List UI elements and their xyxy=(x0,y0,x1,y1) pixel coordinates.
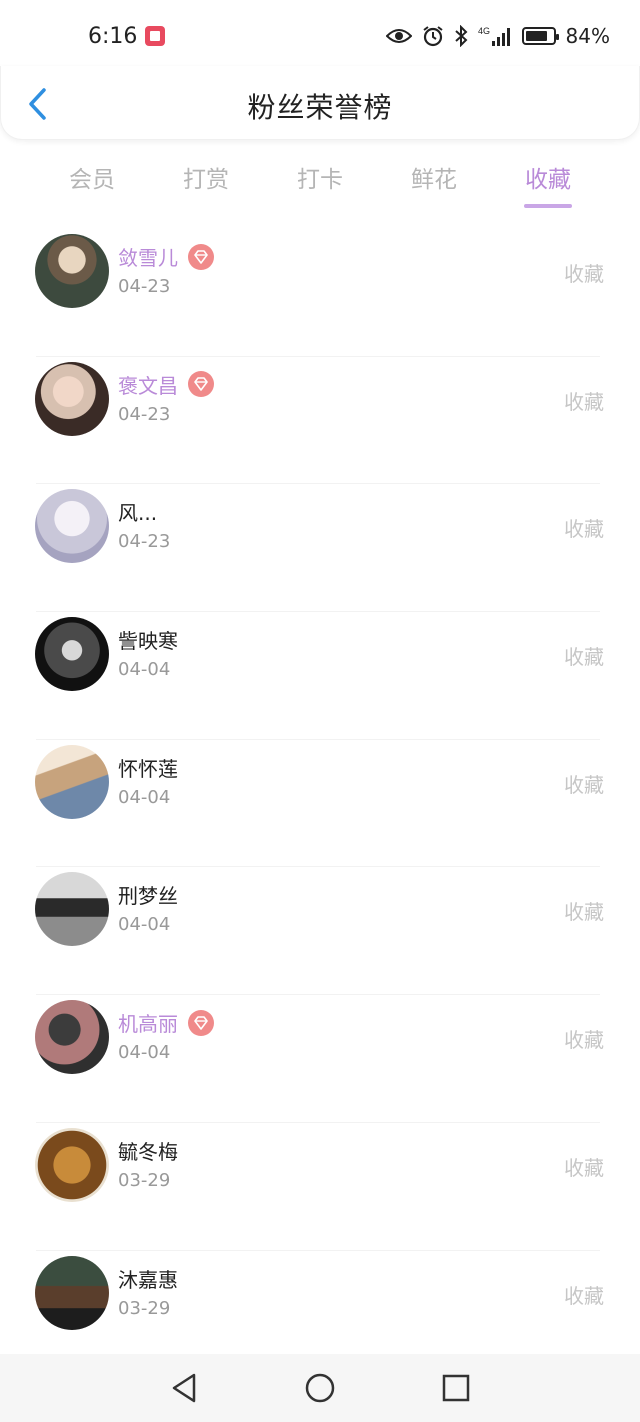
avatar[interactable] xyxy=(35,617,109,692)
date-label: 04-04 xyxy=(118,1042,171,1064)
diamond-icon xyxy=(188,243,214,270)
date-label: 04-04 xyxy=(118,659,171,681)
square-recents-icon xyxy=(442,1374,470,1402)
battery-percent: 84% xyxy=(565,24,610,48)
list-item[interactable]: 敛雪儿 04-23 收藏 xyxy=(0,228,640,356)
favorite-label: 收藏 xyxy=(564,517,604,542)
list-item[interactable]: 机高丽 04-04 收藏 xyxy=(0,994,640,1122)
diamond-icon xyxy=(188,1009,214,1036)
avatar[interactable] xyxy=(35,744,109,819)
favorite-label: 收藏 xyxy=(564,1155,604,1180)
avatar[interactable] xyxy=(35,489,109,564)
status-time: 6:16 xyxy=(88,23,138,49)
app-notification-icon xyxy=(145,26,166,46)
date-label: 04-04 xyxy=(118,914,171,936)
avatar[interactable] xyxy=(35,1127,109,1202)
name-line: 敛雪儿 xyxy=(118,242,214,271)
name-line: 沐嘉惠 xyxy=(118,1264,178,1293)
name-line: 毓冬梅 xyxy=(118,1136,178,1165)
name-line: 刑梦丝 xyxy=(118,880,178,909)
user-name: 毓冬梅 xyxy=(118,1139,178,1164)
name-line: 訾映寒 xyxy=(118,625,178,654)
alarm-icon xyxy=(422,25,444,47)
favorite-label: 收藏 xyxy=(564,1028,604,1053)
user-name: 訾映寒 xyxy=(118,629,178,654)
status-bar: 6:16 4G 84% xyxy=(0,0,640,72)
diamond-icon xyxy=(188,371,214,398)
avatar[interactable] xyxy=(35,1255,109,1330)
user-name: 褒文昌 xyxy=(118,373,178,398)
user-name: 机高丽 xyxy=(118,1012,178,1037)
nav-back-button[interactable] xyxy=(166,1370,202,1406)
favorite-label: 收藏 xyxy=(564,645,604,670)
list-item[interactable]: 怀怀莲 04-04 收藏 xyxy=(0,738,640,867)
list-item[interactable]: 毓冬梅 03-29 收藏 xyxy=(0,1121,640,1250)
triangle-back-icon xyxy=(172,1373,196,1403)
circle-home-icon xyxy=(305,1373,335,1403)
battery-icon xyxy=(521,27,559,45)
list-item[interactable]: 訾映寒 04-04 收藏 xyxy=(0,611,640,739)
tab-checkin[interactable]: 打卡 xyxy=(270,160,370,206)
name-line: 机高丽 xyxy=(118,1008,214,1037)
name-line: 褒文昌 xyxy=(118,370,214,399)
date-label: 04-23 xyxy=(118,531,171,553)
date-label: 04-04 xyxy=(118,786,171,808)
status-bar-right: 4G 84% xyxy=(385,24,610,48)
system-nav-bar xyxy=(0,1354,640,1422)
date-label: 03-29 xyxy=(118,1169,171,1191)
eye-icon xyxy=(385,27,412,45)
list-item[interactable]: 风... 04-23 收藏 xyxy=(0,483,640,611)
user-name: 怀怀莲 xyxy=(118,756,178,781)
fan-list: 敛雪儿 04-23 收藏 褒文昌 04-23 收藏 风... 04-23 收藏 訾映寒 04-04 收… xyxy=(0,228,640,1377)
network-type: 4G xyxy=(478,26,490,36)
avatar[interactable] xyxy=(35,234,109,308)
favorite-label: 收藏 xyxy=(564,262,604,286)
page-title: 粉丝荣誉榜 xyxy=(247,91,393,124)
name-line: 风... xyxy=(118,497,157,526)
list-item[interactable]: 褒文昌 04-23 收藏 xyxy=(0,355,640,484)
date-label: 04-23 xyxy=(118,276,171,297)
list-item[interactable]: 刑梦丝 04-04 收藏 xyxy=(0,866,640,994)
status-bar-left: 6:16 xyxy=(88,23,166,49)
avatar[interactable] xyxy=(35,361,109,436)
tab-flowers[interactable]: 鲜花 xyxy=(384,160,484,206)
signal-icon: 4G xyxy=(478,25,512,47)
nav-recents-button[interactable] xyxy=(438,1370,474,1406)
header: 粉丝荣誉榜 xyxy=(0,66,640,140)
favorite-label: 收藏 xyxy=(564,900,604,925)
tab-members[interactable]: 会员 xyxy=(42,160,142,206)
tab-tips[interactable]: 打赏 xyxy=(156,160,256,206)
avatar[interactable] xyxy=(35,1000,109,1075)
favorite-label: 收藏 xyxy=(564,1283,604,1308)
avatar[interactable] xyxy=(35,872,109,947)
user-name: 沐嘉惠 xyxy=(118,1267,178,1292)
name-line: 怀怀莲 xyxy=(118,753,178,782)
user-name: 敛雪儿 xyxy=(118,246,178,270)
favorite-label: 收藏 xyxy=(564,772,604,797)
favorite-label: 收藏 xyxy=(564,389,604,414)
user-name: 刑梦丝 xyxy=(118,884,178,909)
tab-bar: 会员 打赏 打卡 鲜花 收藏 xyxy=(0,150,640,210)
nav-home-button[interactable] xyxy=(302,1370,338,1406)
battery-fill xyxy=(525,31,548,41)
user-name: 风... xyxy=(118,501,158,526)
date-label: 03-29 xyxy=(118,1297,171,1319)
date-label: 04-23 xyxy=(118,403,171,425)
bluetooth-icon xyxy=(454,25,468,47)
tab-favorites[interactable]: 收藏 xyxy=(498,160,598,208)
